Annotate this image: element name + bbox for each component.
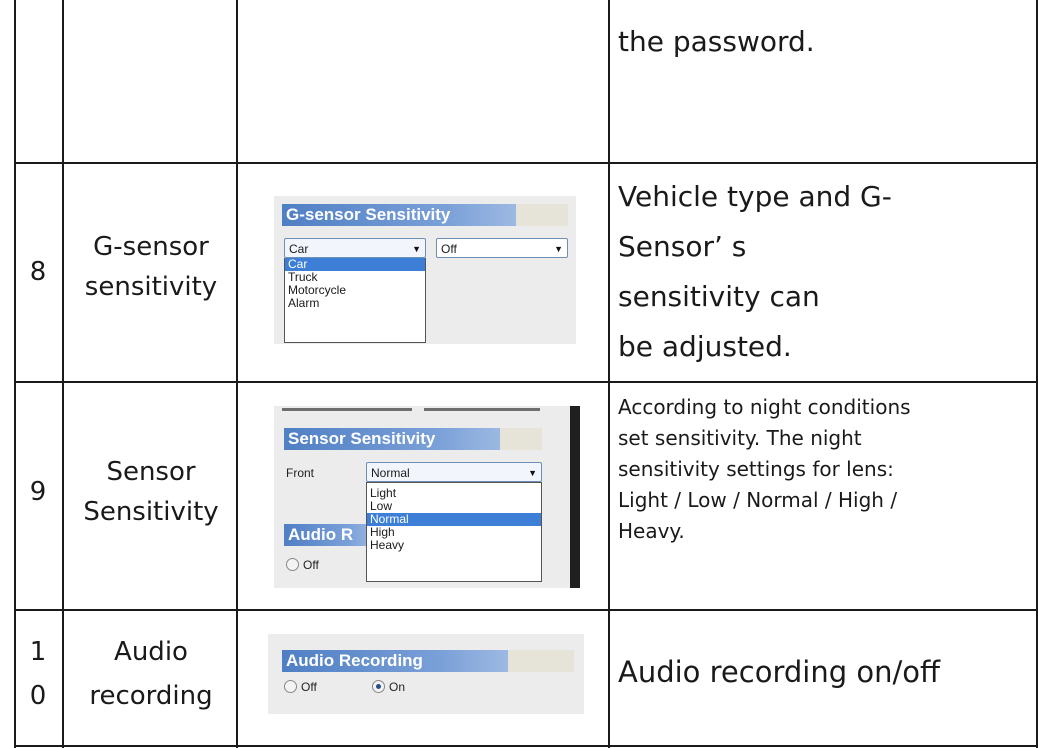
row-divider-3 [14, 609, 1038, 611]
description-line: Light / Low / Normal / High / [618, 488, 898, 512]
radio-icon [284, 680, 297, 693]
feature-line: Audio [114, 637, 188, 667]
radio-icon [286, 558, 299, 571]
radio-off[interactable]: Off [284, 680, 317, 694]
radio-label: Off [301, 680, 317, 694]
dropdown-option[interactable]: Light [367, 487, 541, 500]
row-number: 9 [29, 477, 47, 507]
panel-edge [570, 406, 580, 588]
audio-settings-screenshot: Audio Recording Off On [268, 634, 584, 714]
description-line: sensitivity settings for lens: [618, 457, 894, 481]
row-number-line: 0 [29, 681, 47, 711]
sensitivity-level-select[interactable]: Off ▼ [436, 238, 568, 258]
description-line: be adjusted. [618, 330, 792, 363]
radio-selected-icon [372, 680, 385, 693]
feature-line: G-sensor [93, 232, 209, 262]
row-description: According to night conditions set sensit… [618, 392, 1028, 547]
description-line: Vehicle type and G- [618, 180, 892, 213]
vehicle-type-select[interactable]: Car ▼ [284, 238, 426, 258]
row-description: the password. [618, 25, 815, 58]
row-divider-1 [14, 162, 1038, 164]
feature-line: Sensitivity [83, 497, 219, 527]
vehicle-type-dropdown: Car Truck Motorcycle Alarm [284, 258, 426, 343]
feature-line: recording [89, 681, 213, 711]
table-border-bottom [14, 745, 1038, 747]
section-header: Audio Recording [282, 650, 508, 672]
row-description: Audio recording on/off [618, 655, 940, 689]
description-line: Sensor’ s [618, 230, 747, 263]
row-number: 8 [29, 257, 47, 287]
radio-label: Off [303, 558, 319, 572]
chevron-down-icon: ▼ [412, 244, 421, 254]
section-header-tab [508, 650, 574, 672]
select-value: Car [289, 242, 309, 256]
section-header-partial: Audio R [284, 524, 376, 546]
select-value: Off [441, 242, 457, 256]
row-number-line: 1 [29, 637, 47, 667]
gsensor-settings-screenshot: G-sensor Sensitivity Car ▼ Off ▼ Car Tru… [274, 196, 576, 344]
row-feature: Audio recording [66, 630, 236, 718]
chevron-down-icon: ▼ [554, 244, 563, 254]
section-header: G-sensor Sensitivity [282, 204, 516, 226]
section-header-tab [516, 204, 568, 226]
column-divider-1 [62, 0, 64, 748]
radio-label: On [389, 680, 406, 694]
dropdown-option[interactable]: Alarm [285, 297, 425, 310]
row-divider-2 [14, 381, 1038, 383]
feature-line: sensitivity [84, 272, 218, 302]
divider [424, 408, 540, 411]
feature-line: Sensor [106, 457, 196, 487]
dropdown-option[interactable]: Heavy [367, 539, 541, 552]
column-divider-3 [608, 0, 610, 748]
description-line: set sensitivity. The night [618, 426, 862, 450]
column-divider-2 [236, 0, 238, 748]
front-sensitivity-dropdown: Light Low Normal High Heavy [366, 482, 542, 582]
row-feature: Sensor Sensitivity [66, 452, 236, 532]
sensor-settings-screenshot: Sensor Sensitivity Front Normal ▼ Audio … [274, 406, 580, 588]
description-line: According to night conditions [618, 395, 911, 419]
description-line: sensitivity can [618, 280, 820, 313]
row-feature: G-sensor sensitivity [66, 227, 236, 307]
row-description: Vehicle type and G- Sensor’ s sensitivit… [618, 172, 1028, 372]
chevron-down-icon: ▼ [528, 468, 537, 478]
divider [282, 408, 412, 411]
front-sensitivity-select[interactable]: Normal ▼ [366, 462, 542, 482]
radio-on[interactable]: On [372, 680, 405, 694]
section-header-tab [500, 428, 542, 450]
row-number: 1 0 [16, 630, 60, 718]
select-value: Normal [371, 466, 410, 480]
front-label: Front [286, 466, 315, 480]
radio-off[interactable]: Off [286, 558, 319, 572]
description-line: Heavy. [618, 519, 685, 543]
section-header: Sensor Sensitivity [284, 428, 502, 450]
